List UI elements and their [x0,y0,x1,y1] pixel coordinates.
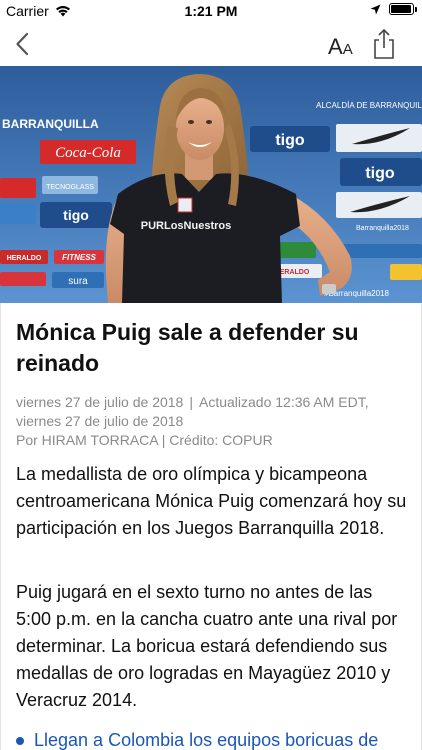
font-size-big-glyph: A [328,34,343,59]
article-title: Mónica Puig sale a defender su reinado [16,319,359,376]
sponsor-barranquilla-left-text: BARRANQUILLA [2,117,99,131]
status-bar: Carrier 1:21 PM [0,0,422,22]
sponsor-alcaldia-text: ALCALDÍA DE BARRANQUILLA [316,101,422,110]
font-size-small-glyph: A [342,41,353,58]
share-icon [374,28,394,59]
back-button[interactable] [8,28,36,60]
article-meta: viernes 27 de julio de 2018 | Actualizado … [16,393,411,450]
hero-image: Coca-Cola TECNOGLASS tigo HERALDO FITNES… [0,66,422,303]
nav-bar: A A [0,22,422,66]
article-paragraph-2: Puig jugará en el sexto turno no antes d… [16,582,398,710]
date-updated: viernes 27 de julio de 2018 [16,413,184,429]
battery-icon [389,3,417,15]
meta-separator: | [189,394,193,410]
sponsor-tigo-right2-text: tigo [365,165,395,182]
status-right [370,3,417,15]
article-paragraph-1: La medallista de oro olímpica y bicampeo… [16,464,407,538]
status-time: 1:21 PM [184,3,238,19]
bullet-icon [16,737,24,746]
sponsor-barranquilla2018-text: Barranquilla2018 [356,225,409,232]
share-button[interactable] [370,28,398,60]
location-arrow-icon [370,4,381,14]
sponsor-tigo-right-text: tigo [275,132,305,149]
sponsor-tecnoglass-text: TECNOGLASS [46,184,94,191]
sponsor-fitness-text: FITNESS [62,253,96,262]
sponsor-cocacola-text: Coca-Cola [55,145,121,161]
sponsor-heraldo-left-text: HERALDO [7,255,42,262]
article: Mónica Puig sale a defender su reinado v… [0,303,422,750]
jersey-text: PURLosNuestros [141,220,231,232]
related-link-item[interactable]: Llegan a Colombia los equipos boricuas d… [16,727,416,750]
sponsor-tigo-left-text: tigo [63,207,89,223]
battery-level [391,5,411,13]
hero-photo: Coca-Cola TECNOGLASS tigo HERALDO FITNES… [0,66,422,303]
chevron-left-icon [16,32,29,56]
article-dates: viernes 27 de julio de 2018 | Actualizado … [16,393,411,412]
sponsor-sura-left-text: sura [68,276,88,287]
article-byline: Por HIRAM TORRACA | Crédito: COPUR [16,432,273,448]
font-size-button[interactable]: A A [328,32,353,59]
date-published: viernes 27 de julio de 2018 [16,394,184,410]
updated-label: Actualizado 12:36 AM EDT, [198,394,369,410]
related-link[interactable]: Llegan a Colombia los equipos boricuas d… [34,730,378,750]
